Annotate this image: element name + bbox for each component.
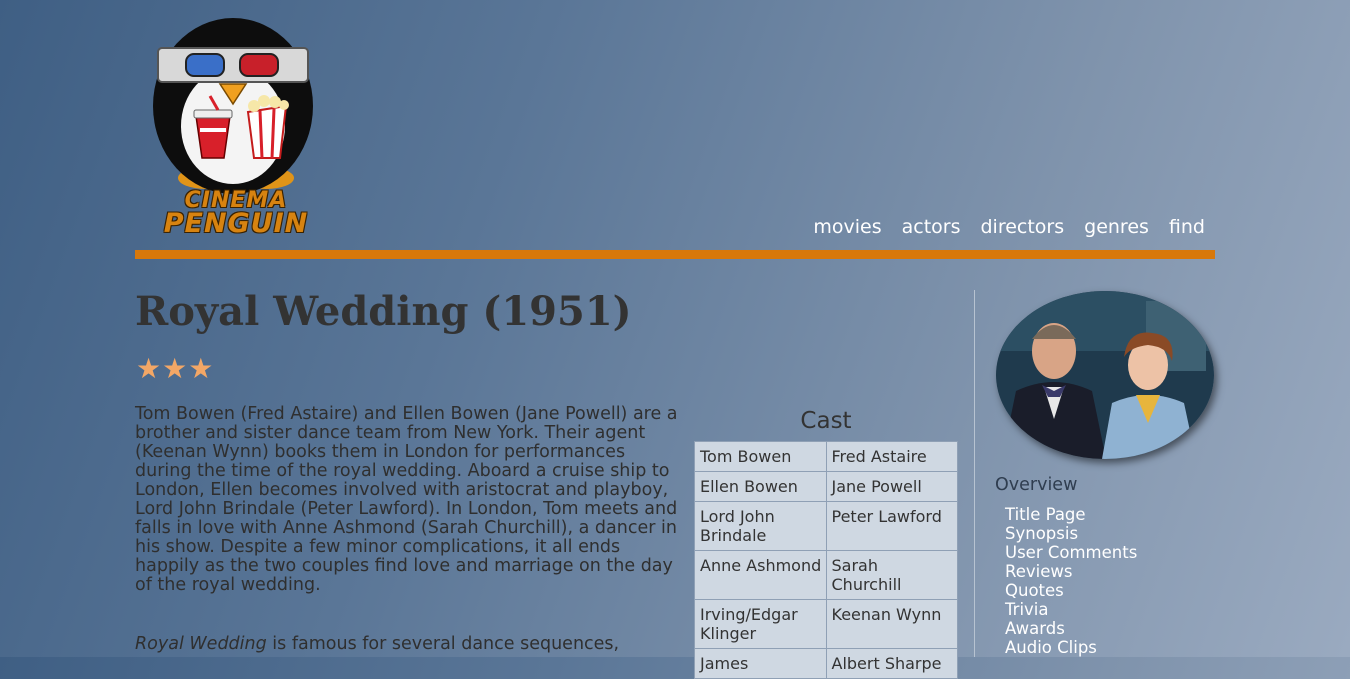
cast-role: Irving/Edgar Klinger [694,599,827,649]
table-row: Irving/Edgar Klinger Keenan Wynn [694,599,958,649]
sidebar-link-reviews[interactable]: Reviews [1005,562,1137,581]
nav-directors-link[interactable]: directors [980,216,1064,238]
movie-title: Royal Wedding (1951) [135,288,632,335]
cast-role: Lord John Brindale [694,501,827,551]
sidebar-link-user-comments[interactable]: User Comments [1005,543,1137,562]
cast-actor[interactable]: Keenan Wynn [825,599,958,649]
cast-actor[interactable]: Peter Lawford [825,501,958,551]
synopsis-paragraph: Tom Bowen (Fred Astaire) and Ellen Bowen… [135,404,678,595]
table-row: Ellen Bowen Jane Powell [694,471,958,502]
nav-genres-link[interactable]: genres [1084,216,1149,238]
top-nav: movies actors directors genres find [813,216,1205,238]
sidebar-heading: Overview [995,475,1078,495]
sidebar-link-trivia[interactable]: Trivia [1005,600,1137,619]
movie-still-icon [996,291,1214,459]
movie-still-image [996,291,1214,459]
header-divider-bar [135,250,1215,259]
cast-role: James [694,648,827,679]
table-row: Tom Bowen Fred Astaire [694,441,958,472]
nav-actors-link[interactable]: actors [902,216,961,238]
table-row: James Albert Sharpe [694,648,958,679]
sidebar-link-quotes[interactable]: Quotes [1005,581,1137,600]
cast-actor[interactable]: Albert Sharpe [825,648,958,679]
logo-text-penguin: PENGUIN [163,208,309,239]
sidebar-link-title-page[interactable]: Title Page [1005,505,1137,524]
table-row: Anne Ashmond Sarah Churchill [694,550,958,600]
sidebar-links: Title Page Synopsis User Comments Review… [1005,505,1137,657]
sidebar-link-audio-clips[interactable]: Audio Clips [1005,638,1137,657]
cast-actor[interactable]: Sarah Churchill [825,550,958,600]
nav-find-link[interactable]: find [1169,216,1205,238]
synopsis-paragraph-2-text: is famous for several dance sequences, [266,634,620,654]
synopsis-paragraph-2: Royal Wedding is famous for several danc… [135,635,683,654]
nav-movies-link[interactable]: movies [813,216,881,238]
rating-stars: ★★★ [136,352,215,385]
cast-role: Ellen Bowen [694,471,827,502]
cast-actor[interactable]: Jane Powell [825,471,958,502]
movie-title-italic: Royal Wedding [135,634,267,654]
sidebar-divider [974,290,975,657]
cast-role: Tom Bowen [694,441,827,472]
cast-table: Tom Bowen Fred Astaire Ellen Bowen Jane … [694,441,958,679]
sidebar-link-synopsis[interactable]: Synopsis [1005,524,1137,543]
sidebar-link-awards[interactable]: Awards [1005,619,1137,638]
cast-actor[interactable]: Fred Astaire [825,441,958,472]
cast-heading: Cast [800,408,852,434]
site-logo[interactable]: CINEMA PENGUIN [136,8,336,244]
cast-role: Anne Ashmond [694,550,827,600]
table-row: Lord John Brindale Peter Lawford [694,501,958,551]
